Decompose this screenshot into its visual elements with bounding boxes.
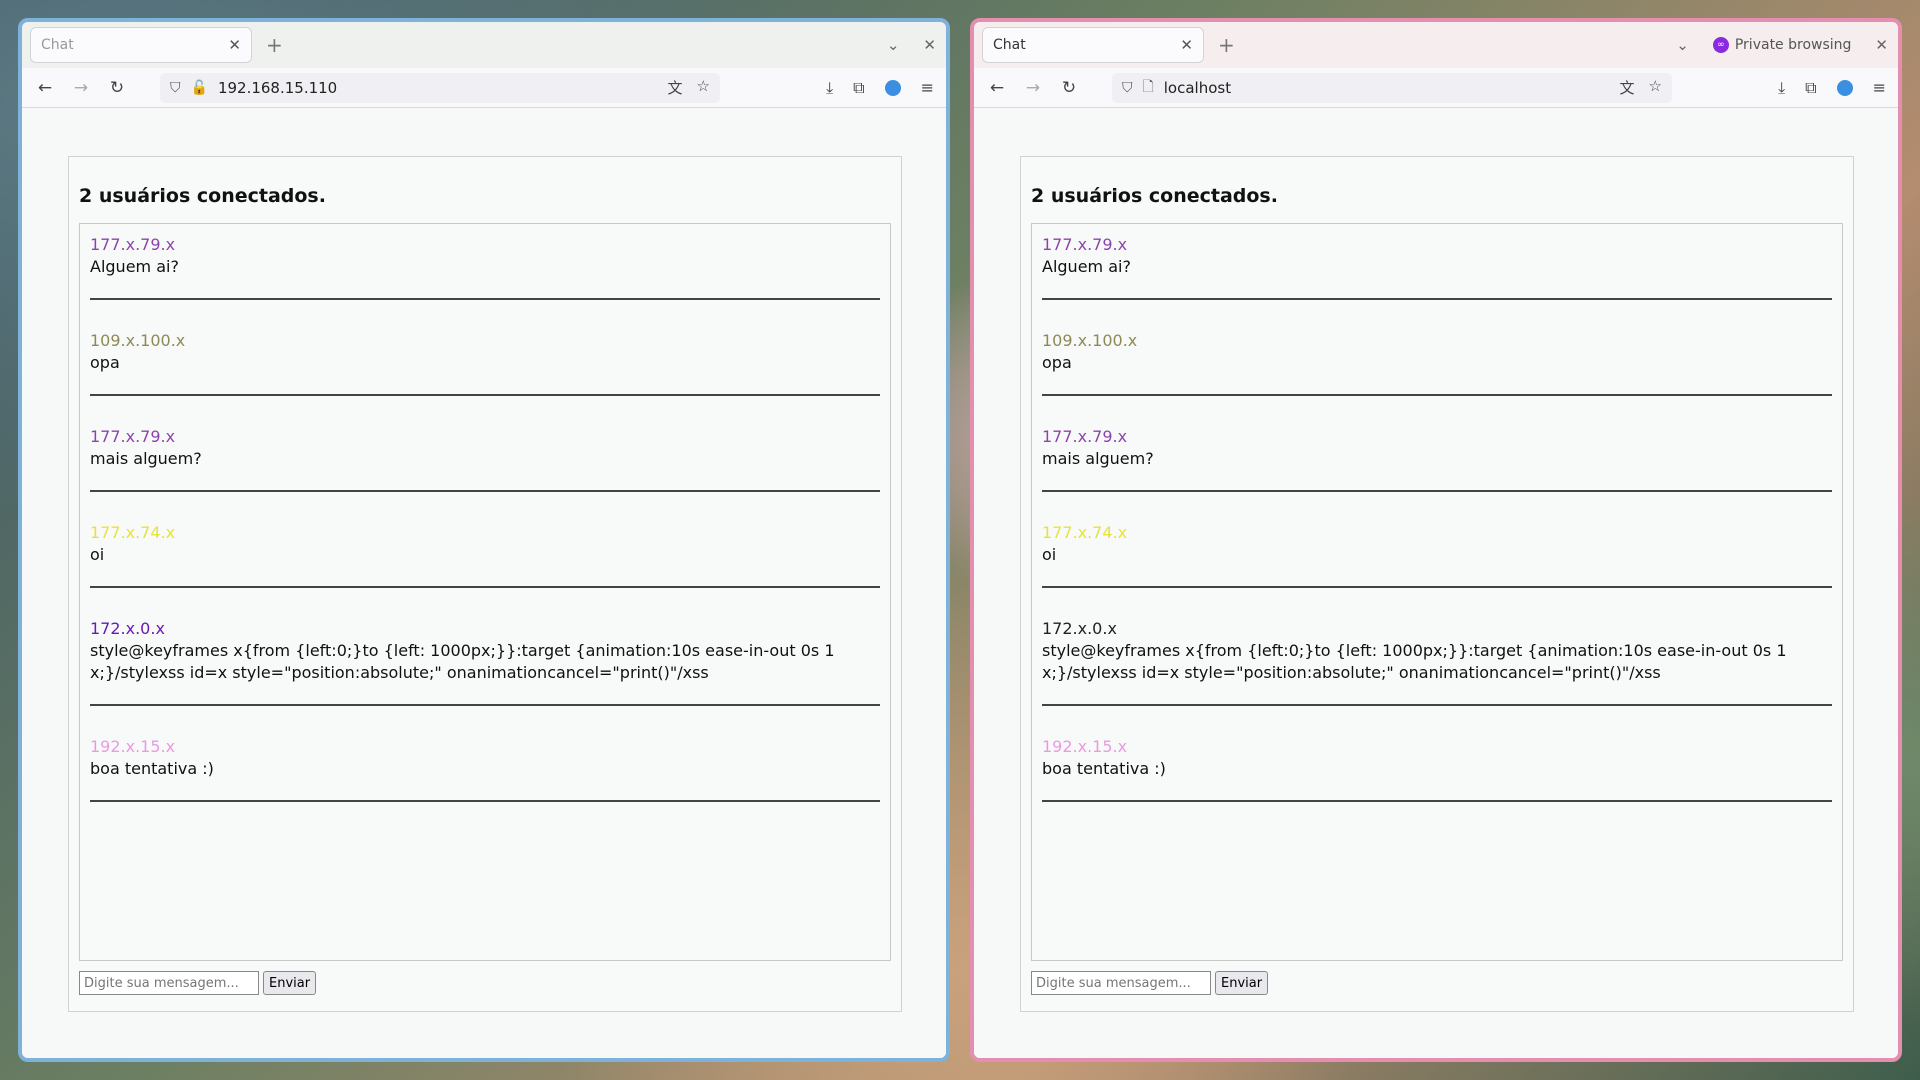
chat-container: 2 usuários conectados. 177.x.79.x Alguem … (1020, 156, 1854, 1012)
message-author: 172.x.0.x (1042, 619, 1117, 638)
back-icon[interactable]: ← (986, 78, 1008, 98)
message-author: 192.x.15.x (90, 737, 176, 756)
extensions-icon[interactable]: ⧉ (1805, 78, 1816, 98)
reload-icon[interactable]: ↻ (106, 78, 128, 98)
message-text: style@keyframes x{from {left:0;}to {left… (90, 641, 835, 682)
tab-chat[interactable]: Chat ✕ (30, 27, 252, 63)
message-text: mais alguem? (90, 449, 202, 468)
message-item: 109.x.100.x opa (90, 330, 880, 396)
send-button[interactable]: Enviar (1215, 971, 1269, 995)
message-item: 109.x.100.x opa (1042, 330, 1832, 396)
message-text: opa (90, 353, 120, 372)
url-bar[interactable]: ⛉ 🗋 localhost 文 ☆ (1112, 72, 1672, 103)
downloads-icon[interactable]: ⤓ (826, 78, 833, 98)
page-content: 2 usuários conectados. 177.x.79.x Alguem … (974, 108, 1898, 1058)
extensions-icon[interactable]: ⧉ (853, 78, 864, 98)
close-tab-icon[interactable]: ✕ (1180, 36, 1193, 54)
page-icon[interactable]: 🗋 (1143, 76, 1154, 100)
message-text: oi (90, 545, 105, 564)
message-author: 109.x.100.x (1042, 331, 1138, 350)
message-text: opa (1042, 353, 1072, 372)
message-item: 177.x.79.x mais alguem? (1042, 426, 1832, 492)
message-author: 192.x.15.x (1042, 737, 1128, 756)
close-window-icon[interactable]: ✕ (923, 36, 936, 54)
shield-icon[interactable]: ⛉ (1122, 80, 1133, 96)
extension-icon[interactable] (884, 79, 901, 96)
private-browsing-indicator: ∞ Private browsing (1712, 37, 1852, 53)
message-text: boa tentativa :) (90, 759, 214, 778)
tab-chat[interactable]: Chat ✕ (982, 27, 1204, 63)
shield-icon[interactable]: ⛉ (170, 80, 181, 96)
close-tab-icon[interactable]: ✕ (228, 36, 241, 54)
list-tabs-icon[interactable]: ⌄ (1676, 36, 1689, 54)
private-mask-icon: ∞ (1712, 37, 1729, 53)
send-button[interactable]: Enviar (263, 971, 317, 995)
back-icon[interactable]: ← (34, 78, 56, 98)
bookmark-star-icon[interactable]: ☆ (697, 77, 710, 98)
browser-window-right: Chat ✕ + ⌄ ∞ Private browsing ✕ ← → ↻ ⛉ … (970, 18, 1902, 1062)
message-item: 177.x.74.x oi (1042, 522, 1832, 588)
message-composer: Enviar (79, 971, 891, 995)
page-content: 2 usuários conectados. 177.x.79.x Alguem … (22, 108, 946, 1058)
list-tabs-icon[interactable]: ⌄ (887, 36, 900, 54)
browser-window-left: Chat ✕ + ⌄ ✕ ← → ↻ ⛉ 🔓 192.168.15.110 文 … (18, 18, 950, 1062)
translate-icon[interactable]: 文 (668, 77, 683, 98)
message-text: style@keyframes x{from {left:0;}to {left… (1042, 641, 1787, 682)
insecure-lock-icon[interactable]: 🔓 (191, 80, 208, 96)
tab-title: Chat (41, 37, 74, 53)
message-item: 192.x.15.x boa tentativa :) (1042, 736, 1832, 802)
message-text: mais alguem? (1042, 449, 1154, 468)
message-author: 177.x.79.x (1042, 427, 1128, 446)
message-item: 177.x.79.x Alguem ai? (90, 234, 880, 300)
message-item: 172.x.0.x style@keyframes x{from {left:0;… (1042, 618, 1832, 706)
nav-bar: ← → ↻ ⛉ 🗋 localhost 文 ☆ ⤓ ⧉ ≡ (974, 68, 1898, 108)
tab-title: Chat (993, 37, 1026, 53)
bookmark-star-icon[interactable]: ☆ (1649, 77, 1662, 98)
message-item: 177.x.79.x mais alguem? (90, 426, 880, 492)
extension-icon[interactable] (1836, 79, 1853, 96)
message-list[interactable]: 177.x.79.x Alguem ai? 109.x.100.x opa 177.x.… (79, 223, 891, 961)
message-item: 177.x.74.x oi (90, 522, 880, 588)
translate-icon[interactable]: 文 (1620, 77, 1635, 98)
chat-container: 2 usuários conectados. 177.x.79.x Alguem … (68, 156, 902, 1012)
menu-icon[interactable]: ≡ (921, 78, 934, 97)
forward-icon[interactable]: → (1022, 78, 1044, 98)
message-text: Alguem ai? (1042, 257, 1131, 276)
message-author: 177.x.74.x (1042, 523, 1128, 542)
downloads-icon[interactable]: ⤓ (1778, 78, 1785, 98)
url-text[interactable]: localhost (1164, 79, 1610, 97)
message-author: 177.x.79.x (1042, 235, 1128, 254)
nav-bar: ← → ↻ ⛉ 🔓 192.168.15.110 文 ☆ ⤓ ⧉ ≡ (22, 68, 946, 108)
new-tab-icon[interactable]: + (1218, 33, 1235, 57)
private-browsing-label: Private browsing (1734, 37, 1852, 53)
close-window-icon[interactable]: ✕ (1875, 36, 1888, 54)
message-input[interactable] (79, 971, 259, 995)
tab-bar: Chat ✕ + ⌄ ✕ (22, 22, 946, 68)
message-text: oi (1042, 545, 1057, 564)
page-title: 2 usuários conectados. (79, 185, 326, 207)
menu-icon[interactable]: ≡ (1873, 78, 1886, 97)
forward-icon[interactable]: → (70, 78, 92, 98)
message-item: 172.x.0.x style@keyframes x{from {left:0;… (90, 618, 880, 706)
message-composer: Enviar (1031, 971, 1843, 995)
message-author: 177.x.79.x (90, 235, 176, 254)
message-list[interactable]: 177.x.79.x Alguem ai? 109.x.100.x opa 177.x.… (1031, 223, 1843, 961)
reload-icon[interactable]: ↻ (1058, 78, 1080, 98)
tab-bar: Chat ✕ + ⌄ ∞ Private browsing ✕ (974, 22, 1898, 68)
new-tab-icon[interactable]: + (266, 33, 283, 57)
url-bar[interactable]: ⛉ 🔓 192.168.15.110 文 ☆ (160, 72, 720, 103)
message-input[interactable] (1031, 971, 1211, 995)
url-text[interactable]: 192.168.15.110 (218, 79, 658, 97)
message-author: 172.x.0.x (90, 619, 165, 638)
message-author: 177.x.74.x (90, 523, 176, 542)
message-author: 177.x.79.x (90, 427, 176, 446)
page-title: 2 usuários conectados. (1031, 185, 1278, 207)
message-text: boa tentativa :) (1042, 759, 1166, 778)
message-text: Alguem ai? (90, 257, 179, 276)
message-author: 109.x.100.x (90, 331, 186, 350)
message-item: 177.x.79.x Alguem ai? (1042, 234, 1832, 300)
message-item: 192.x.15.x boa tentativa :) (90, 736, 880, 802)
